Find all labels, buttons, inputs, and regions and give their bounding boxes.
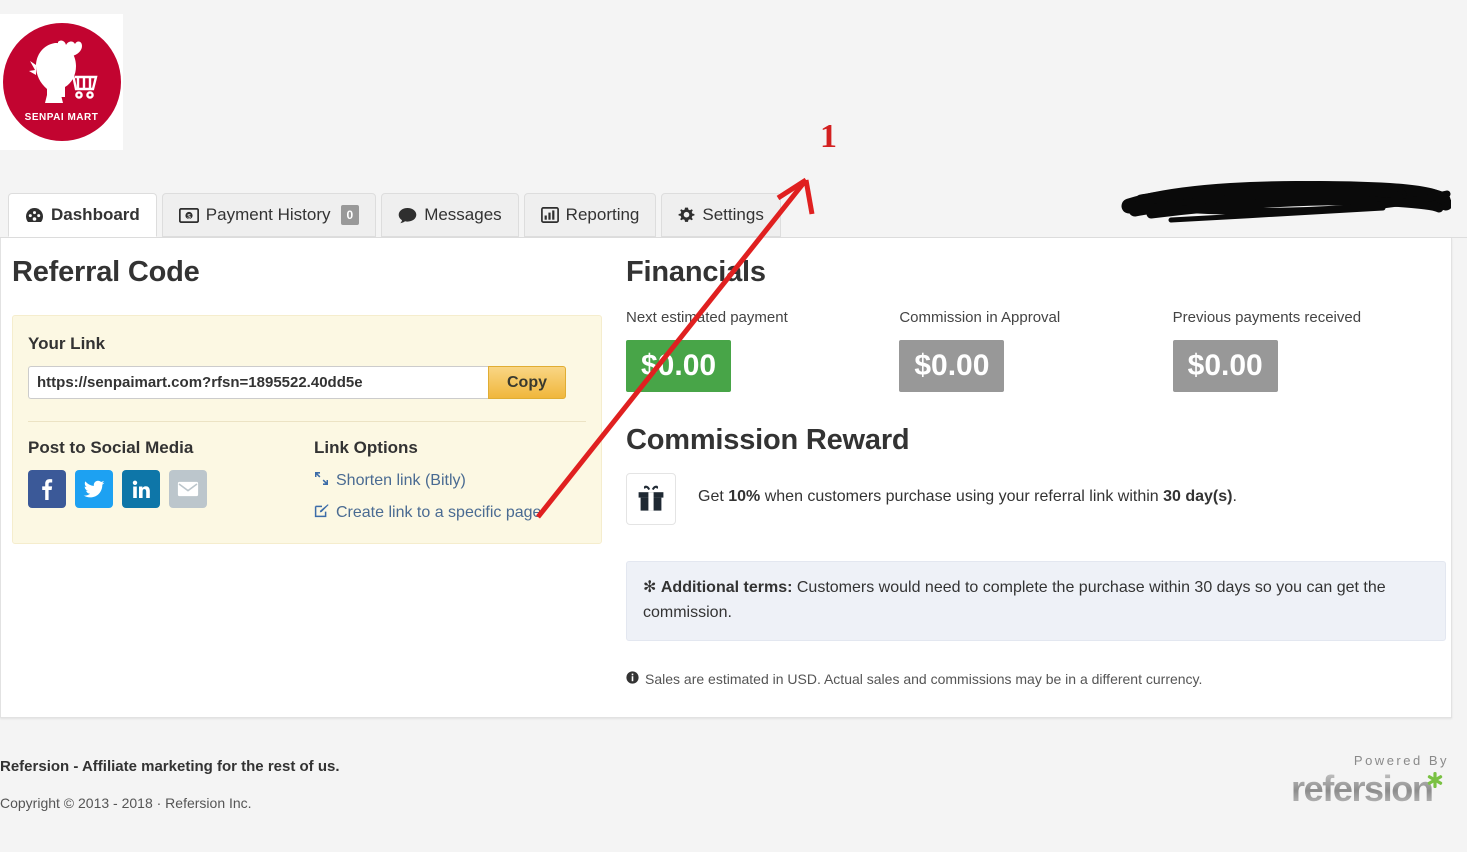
financials-and-reward-section: Financials Next estimated payment $0.00 … bbox=[626, 256, 1446, 687]
tab-label: Messages bbox=[424, 205, 502, 224]
tab-messages[interactable]: Messages bbox=[381, 193, 519, 237]
referral-code-section: Referral Code Your Link Copy Post to Soc… bbox=[12, 256, 602, 544]
footer-copyright: Copyright © 2013 - 2018 · Refersion Inc. bbox=[0, 795, 252, 811]
facebook-icon[interactable] bbox=[28, 470, 66, 508]
footer-tagline: Refersion - Affiliate marketing for the … bbox=[0, 758, 340, 775]
svg-text:refersion: refersion bbox=[1291, 770, 1432, 809]
financials-row: Next estimated payment $0.00 Commission … bbox=[626, 309, 1446, 392]
email-icon[interactable] bbox=[169, 470, 207, 508]
commission-reward-text: Get 10% when customers purchase using yo… bbox=[698, 473, 1237, 506]
main-content: Referral Code Your Link Copy Post to Soc… bbox=[0, 238, 1452, 718]
link-input-group: Copy bbox=[28, 366, 566, 399]
asterisk-icon: ✻ bbox=[643, 579, 661, 596]
tab-reporting[interactable]: Reporting bbox=[523, 193, 657, 237]
compress-arrows-icon bbox=[314, 471, 329, 491]
social-heading: Post to Social Media bbox=[28, 438, 194, 457]
financial-label: Commission in Approval bbox=[899, 309, 1061, 326]
referral-code-heading: Referral Code bbox=[12, 256, 200, 288]
currency-note-text: Sales are estimated in USD. Actual sales… bbox=[645, 670, 1203, 687]
financial-previous-payments-received: Previous payments received $0.00 bbox=[1172, 309, 1446, 392]
info-icon bbox=[626, 670, 639, 687]
panel-divider bbox=[28, 421, 586, 422]
financial-next-estimated-payment: Next estimated payment $0.00 bbox=[626, 309, 899, 392]
referral-link-input[interactable] bbox=[28, 366, 488, 399]
currency-note: Sales are estimated in USD. Actual sales… bbox=[626, 671, 1446, 687]
reward-text-post: . bbox=[1232, 488, 1237, 505]
page-header: SENPAI MART bbox=[0, 0, 1467, 180]
your-link-label: Your Link bbox=[28, 334, 106, 353]
refersion-logo: refersion bbox=[1291, 770, 1449, 812]
tab-label: Payment History bbox=[205, 205, 331, 224]
shorten-link-option[interactable]: Shorten link (Bitly) bbox=[314, 471, 586, 491]
brand-logo[interactable]: SENPAI MART bbox=[0, 14, 123, 150]
senpai-head-cart-icon bbox=[28, 40, 98, 103]
reward-text-mid: when customers purchase using your refer… bbox=[760, 488, 1164, 505]
tab-label: Settings bbox=[702, 205, 764, 224]
commission-reward-row: Get 10% when customers purchase using yo… bbox=[626, 473, 1446, 525]
additional-terms-label: Additional terms: bbox=[660, 579, 793, 596]
gear-icon bbox=[678, 207, 695, 224]
linkedin-icon[interactable] bbox=[122, 470, 160, 508]
social-share-group: Post to Social Media bbox=[28, 438, 314, 523]
link-options-heading: Link Options bbox=[314, 438, 418, 457]
redacted-account-name bbox=[1121, 181, 1451, 223]
financial-label: Next estimated payment bbox=[626, 309, 788, 326]
comment-icon bbox=[398, 207, 417, 224]
page-footer: Refersion - Affiliate marketing for the … bbox=[0, 733, 1467, 847]
logo-wordmark: SENPAI MART bbox=[24, 112, 99, 123]
additional-terms-box: ✻ Additional terms: Customers would need… bbox=[626, 561, 1446, 641]
money-bill-icon: $ bbox=[178, 207, 199, 223]
main-navigation: Dashboard $ Payment History 0 Messages R… bbox=[0, 180, 1467, 238]
powered-by-label: Powered By bbox=[1353, 753, 1449, 768]
tab-dashboard[interactable]: Dashboard bbox=[8, 193, 157, 237]
your-link-panel: Your Link Copy Post to Social Media bbox=[12, 315, 602, 544]
tab-list: Dashboard $ Payment History 0 Messages R… bbox=[8, 193, 786, 237]
financial-value: $0.00 bbox=[1172, 340, 1278, 392]
tab-label: Dashboard bbox=[51, 205, 140, 224]
create-specific-link-label: Create link to a specific page bbox=[336, 504, 542, 521]
bar-chart-icon bbox=[540, 207, 559, 223]
gift-icon bbox=[626, 473, 676, 525]
tab-payment-history[interactable]: $ Payment History 0 bbox=[161, 193, 377, 237]
create-specific-link-option[interactable]: Create link to a specific page bbox=[314, 503, 586, 523]
commission-reward-heading: Commission Reward bbox=[626, 424, 910, 456]
tab-settings[interactable]: Settings bbox=[661, 193, 781, 237]
reward-percent: 10% bbox=[728, 488, 761, 505]
reward-days: 30 day(s) bbox=[1163, 488, 1233, 505]
pencil-square-icon bbox=[314, 503, 329, 523]
link-options-group: Link Options Shorten link (Bitly) Create… bbox=[314, 438, 586, 523]
financial-value: $0.00 bbox=[899, 340, 1005, 392]
dashboard-icon bbox=[25, 207, 44, 224]
financial-label: Previous payments received bbox=[1172, 309, 1362, 326]
logo-circle: SENPAI MART bbox=[2, 23, 121, 141]
financial-value: $0.00 bbox=[626, 340, 732, 392]
financial-commission-in-approval: Commission in Approval $0.00 bbox=[899, 309, 1172, 392]
twitter-icon[interactable] bbox=[75, 470, 113, 508]
powered-by-block: Powered By refersion bbox=[1291, 753, 1449, 812]
payment-history-badge: 0 bbox=[340, 205, 360, 225]
copy-button[interactable]: Copy bbox=[488, 366, 566, 399]
tab-label: Reporting bbox=[565, 205, 640, 224]
refersion-wordmark: refersion bbox=[1291, 770, 1443, 809]
shorten-link-label: Shorten link (Bitly) bbox=[336, 472, 466, 489]
financials-heading: Financials bbox=[626, 256, 766, 288]
reward-text-pre: Get bbox=[698, 488, 729, 505]
